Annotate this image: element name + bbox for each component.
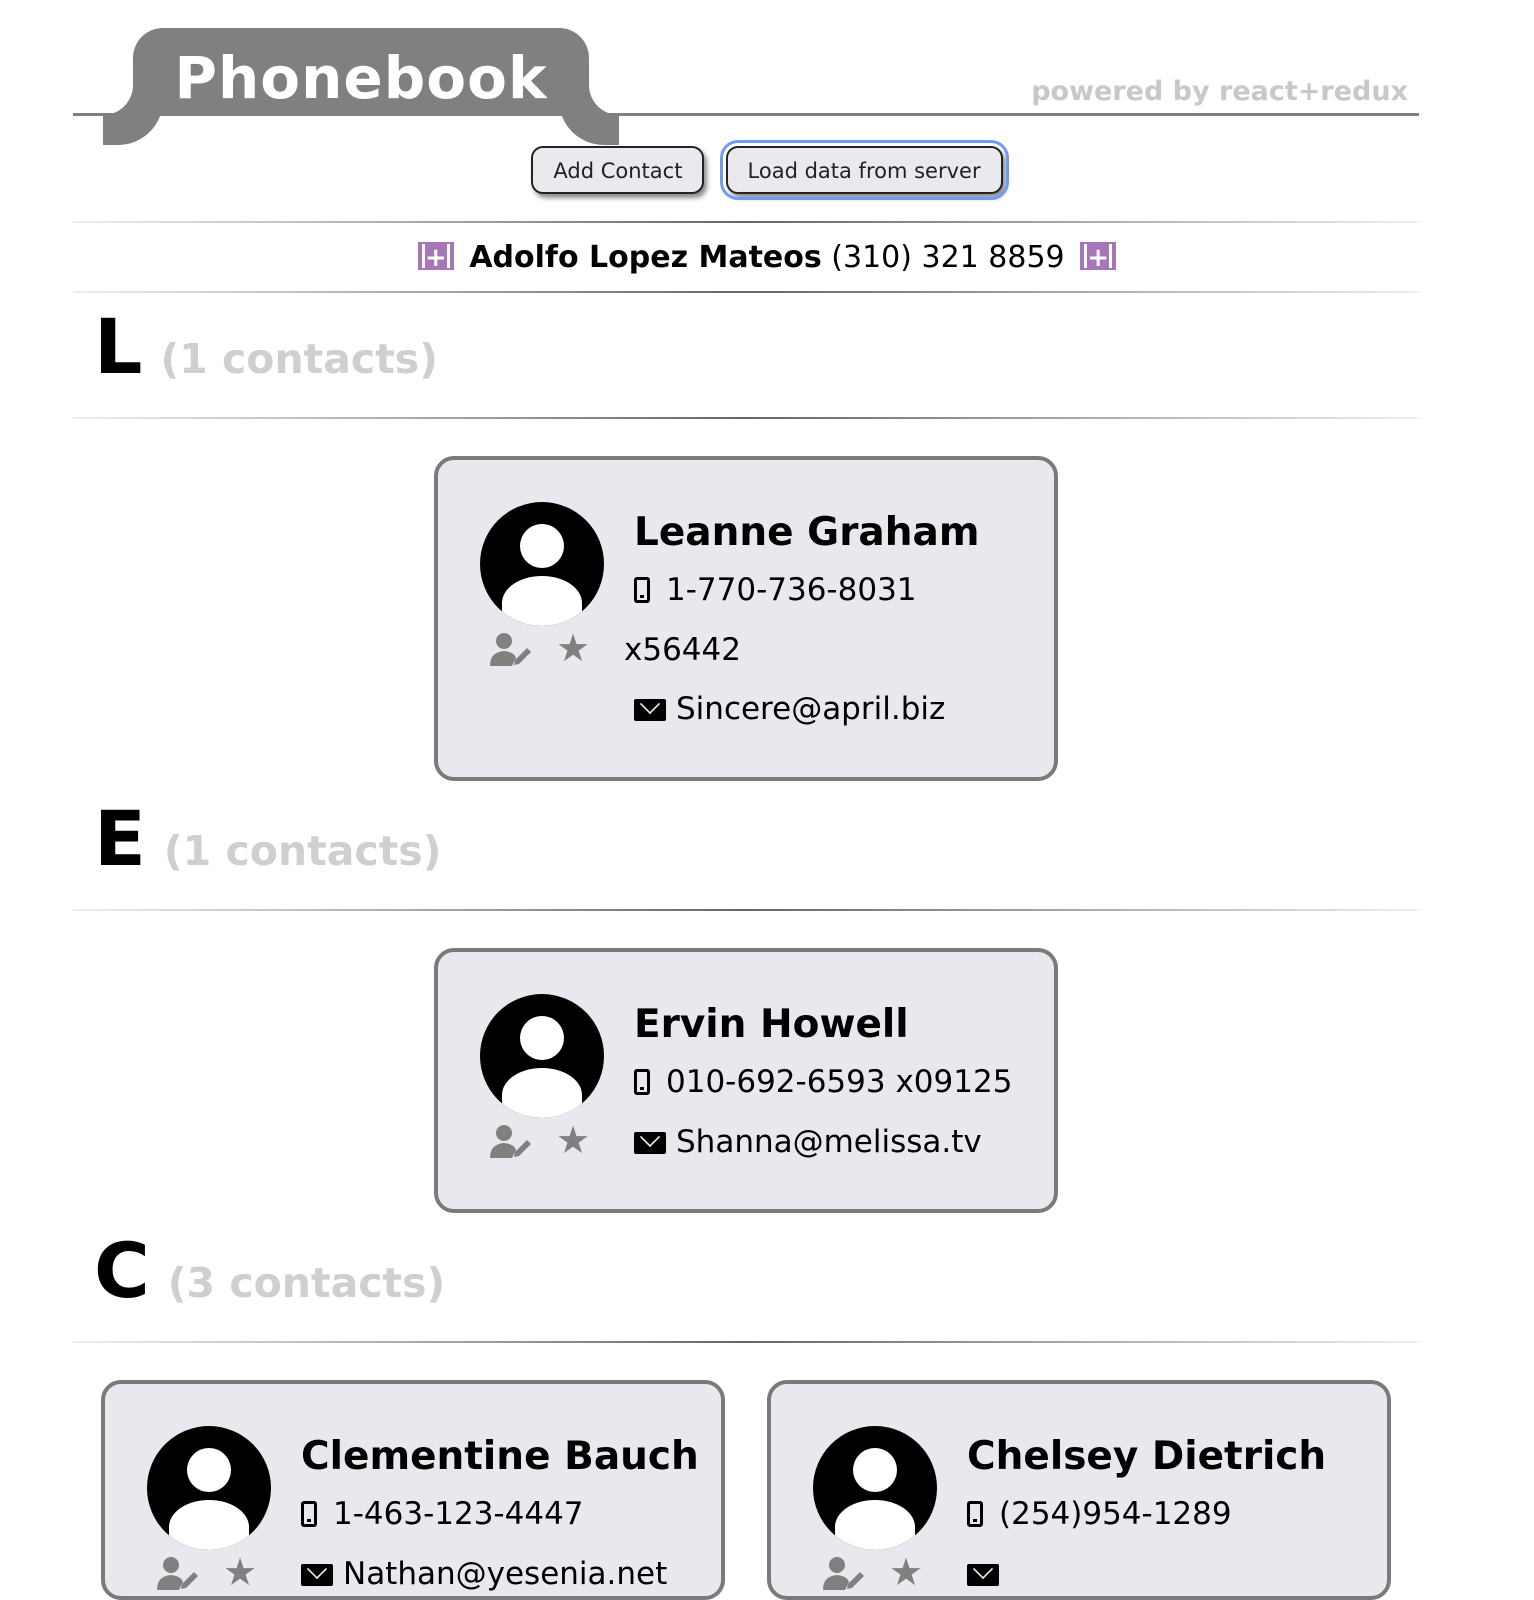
section-letter: E: [94, 794, 146, 883]
featured-name: Adolfo Lopez Mateos: [469, 240, 822, 275]
featured-phone: (310) 321 8859: [831, 240, 1065, 275]
mobile-phone-icon: [967, 1501, 983, 1527]
envelope-icon: [967, 1564, 999, 1586]
card-actions: ★: [490, 626, 600, 672]
app-title: Phonebook: [174, 44, 548, 112]
contact-card[interactable]: ★ Clementine Bauch 1-463-123-4447 Nathan…: [101, 1380, 725, 1600]
plus-square-icon[interactable]: +: [1080, 242, 1117, 273]
section-count: (1 contacts): [163, 827, 442, 875]
contact-phone: 010-692-6593 x09125: [634, 1064, 1012, 1100]
contact-email[interactable]: Nathan@yesenia.net: [301, 1556, 667, 1592]
star-icon[interactable]: ★: [556, 626, 590, 670]
edit-user-icon[interactable]: [490, 1124, 534, 1160]
mobile-phone-icon: [634, 1069, 650, 1095]
contact-email[interactable]: Sincere@april.biz: [634, 691, 945, 727]
card-actions: ★: [490, 1118, 600, 1164]
divider: [73, 417, 1419, 419]
contact-email[interactable]: [967, 1556, 1009, 1592]
contact-name: Ervin Howell: [634, 1002, 909, 1047]
divider: [73, 909, 1419, 911]
contact-name: Leanne Graham: [634, 510, 980, 555]
plus-square-icon[interactable]: +: [417, 242, 454, 273]
envelope-icon: [634, 699, 666, 721]
contact-email[interactable]: Shanna@melissa.tv: [634, 1124, 982, 1160]
section-header-e: E (1 contacts): [94, 794, 441, 883]
add-contact-button[interactable]: Add Contact: [531, 146, 705, 194]
contact-phone: (254)954-1289: [967, 1496, 1232, 1532]
section-header-c: C (3 contacts): [94, 1226, 445, 1315]
star-icon[interactable]: ★: [889, 1550, 923, 1594]
user-avatar-icon: [147, 1426, 271, 1550]
contact-phone: 1-463-123-4447: [301, 1496, 584, 1532]
user-avatar-icon: [480, 994, 604, 1118]
user-avatar-icon: [813, 1426, 937, 1550]
contact-phone: 1-770-736-8031: [634, 572, 917, 608]
load-data-button[interactable]: Load data from server: [719, 140, 1009, 200]
mobile-phone-icon: [301, 1501, 317, 1527]
contact-card[interactable]: ★ Leanne Graham 1-770-736-8031 x56442 Si…: [434, 456, 1058, 781]
section-letter: L: [94, 302, 143, 391]
header-underline: [73, 113, 1419, 116]
divider: [73, 221, 1419, 223]
mobile-phone-icon: [634, 577, 650, 603]
card-actions: ★: [823, 1550, 933, 1596]
contact-name: Chelsey Dietrich: [967, 1434, 1327, 1479]
contact-name: Clementine Bauch: [301, 1434, 699, 1479]
section-count: (3 contacts): [167, 1259, 446, 1307]
contact-card[interactable]: ★ Chelsey Dietrich (254)954-1289: [767, 1380, 1391, 1600]
envelope-icon: [634, 1132, 666, 1154]
card-actions: ★: [157, 1550, 267, 1596]
edit-user-icon[interactable]: [823, 1556, 867, 1592]
featured-contact[interactable]: + Adolfo Lopez Mateos (310) 321 8859 +: [0, 236, 1534, 280]
star-icon[interactable]: ★: [556, 1118, 590, 1162]
star-icon[interactable]: ★: [223, 1550, 257, 1594]
header-tab: Phonebook: [133, 28, 589, 115]
powered-by-text: powered by react+redux: [1031, 76, 1408, 107]
edit-user-icon[interactable]: [157, 1556, 201, 1592]
edit-user-icon[interactable]: [490, 632, 534, 668]
section-header-l: L (1 contacts): [94, 302, 438, 391]
envelope-icon: [301, 1564, 333, 1586]
section-letter: C: [94, 1226, 150, 1315]
contact-card[interactable]: ★ Ervin Howell 010-692-6593 x09125 Shann…: [434, 948, 1058, 1213]
user-avatar-icon: [480, 502, 604, 626]
contact-phone-ext: x56442: [624, 632, 741, 668]
section-count: (1 contacts): [160, 335, 438, 383]
toolbar: Add Contact Load data from server: [0, 140, 1534, 200]
divider: [73, 1341, 1419, 1343]
app-header: Phonebook powered by react+redux: [73, 0, 1419, 116]
divider: [73, 291, 1419, 293]
